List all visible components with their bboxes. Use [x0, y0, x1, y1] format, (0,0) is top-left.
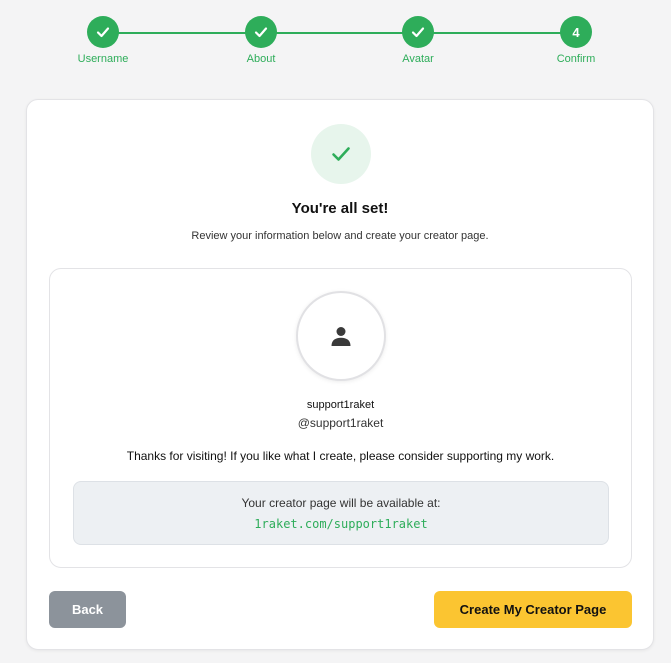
step-label: Username	[77, 53, 129, 65]
step-complete-circle	[87, 16, 119, 48]
step-label: Confirm	[556, 53, 596, 65]
step-confirm: 4 Confirm	[536, 16, 616, 65]
profile-preview: support1raket @support1raket Thanks for …	[49, 268, 632, 568]
check-icon	[411, 27, 425, 38]
step-complete-circle	[245, 16, 277, 48]
creator-url-box: Your creator page will be available at: …	[73, 481, 609, 545]
step-about: About	[221, 16, 301, 65]
success-badge	[311, 124, 371, 184]
confirm-card: You're all set! Review your information …	[26, 99, 654, 650]
url-label: Your creator page will be available at:	[241, 496, 441, 510]
check-icon	[96, 27, 110, 38]
bio-text: Thanks for visiting! If you like what I …	[126, 449, 555, 463]
check-icon	[254, 27, 268, 38]
check-icon	[332, 147, 350, 161]
step-number-circle: 4	[560, 16, 592, 48]
step-label: Avatar	[402, 53, 434, 65]
display-name: support1raket	[306, 399, 375, 411]
username-handle: @support1raket	[297, 416, 384, 430]
page-subtitle: Review your information below and create…	[191, 230, 489, 242]
step-complete-circle	[402, 16, 434, 48]
avatar	[296, 291, 386, 381]
back-button[interactable]: Back	[49, 591, 126, 628]
creator-url: 1raket.com/support1raket	[254, 517, 428, 531]
progress-stepper: Username About Avatar 4 Confirm	[0, 0, 671, 90]
step-username: Username	[63, 16, 143, 65]
user-icon	[331, 327, 351, 346]
page-title: You're all set!	[291, 200, 389, 217]
step-label: About	[246, 53, 276, 65]
create-creator-page-button[interactable]: Create My Creator Page	[434, 591, 632, 628]
step-avatar: Avatar	[378, 16, 458, 65]
